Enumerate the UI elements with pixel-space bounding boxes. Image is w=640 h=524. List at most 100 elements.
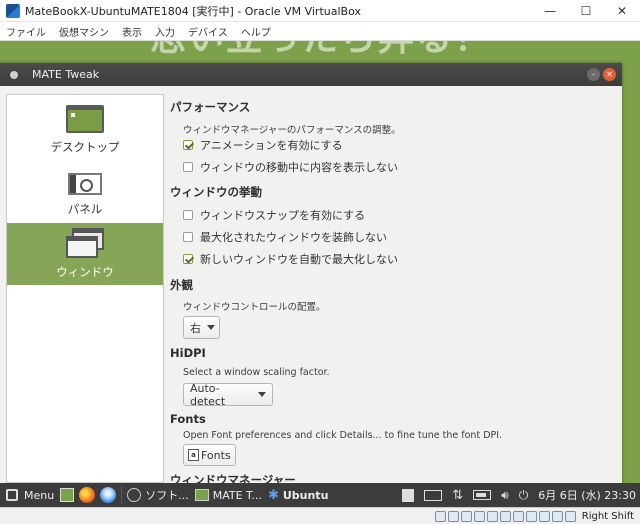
option-label: 最大化されたウィンドウを装飾しない bbox=[200, 231, 387, 244]
tweak-close-button[interactable]: ✕ bbox=[603, 68, 616, 81]
wallpaper-text: 思い立ったら弄る！ bbox=[150, 41, 492, 61]
section-title-fonts: Fonts bbox=[170, 412, 206, 426]
section-title-performance: パフォーマンス bbox=[170, 100, 251, 114]
option-window-snap[interactable]: ウィンドウスナップを有効にする bbox=[183, 207, 365, 223]
display-icon[interactable] bbox=[512, 510, 524, 522]
section-desc-performance: ウィンドウマネージャーのパフォーマンスの調整。 bbox=[183, 125, 401, 136]
task-mate-tweak[interactable]: MATE T... bbox=[194, 488, 262, 502]
sidebar-item-desktop[interactable]: デスクトップ bbox=[7, 98, 163, 160]
menu-file[interactable]: ファイル bbox=[6, 24, 46, 39]
task-label: Ubuntu bbox=[282, 488, 329, 502]
panel-separator bbox=[121, 486, 123, 504]
mate-tweak-icon bbox=[194, 489, 209, 501]
section-desc-fonts: Open Font preferences and click Details.… bbox=[183, 430, 503, 441]
dropdown-value: 右 bbox=[190, 321, 201, 335]
tweak-minimize-button[interactable]: – bbox=[587, 68, 600, 81]
section-title-hidpi: HiDPI bbox=[170, 346, 206, 360]
font-preferences-icon: a bbox=[188, 449, 199, 461]
checkbox-unchecked[interactable] bbox=[183, 232, 193, 242]
checkbox-checked[interactable] bbox=[183, 140, 193, 150]
option-label: 新しいウィンドウを自動で最大化しない bbox=[200, 253, 398, 266]
option-no-content-while-moving[interactable]: ウィンドウの移動中に内容を表示しない bbox=[183, 159, 398, 175]
option-label: ウィンドウの移動中に内容を表示しない bbox=[200, 161, 398, 174]
mate-panel: Menu ソフト... MATE T... ✱ Ubuntu ⇅ 🔊︎ ⏻ 6月… bbox=[0, 483, 640, 507]
sidebar-item-label: パネル bbox=[67, 202, 103, 216]
window-controls-dropdown[interactable]: 右 bbox=[183, 316, 220, 339]
section-title-appearance: 外観 bbox=[170, 278, 193, 292]
chevron-down-icon bbox=[258, 392, 266, 397]
task-label: MATE T... bbox=[212, 488, 262, 502]
terminal-launcher-icon[interactable] bbox=[60, 488, 75, 502]
tweak-sidebar: デスクトップ パネル ウィンドウ bbox=[6, 94, 164, 483]
virtualbox-icon bbox=[6, 3, 20, 18]
mouse-integration-icon[interactable] bbox=[551, 510, 563, 522]
vbox-menubar: ファイル 仮想マシン 表示 入力 デバイス ヘルプ bbox=[0, 22, 640, 41]
fonts-button[interactable]: a Fonts bbox=[183, 444, 236, 466]
volume-icon[interactable]: 🔊︎ bbox=[501, 488, 509, 503]
settings-content: パフォーマンス ウィンドウマネージャーのパフォーマンスの調整。 アニメーションを… bbox=[170, 94, 620, 483]
dropdown-value: Auto-detect bbox=[190, 381, 226, 408]
network-adapter-icon[interactable] bbox=[473, 510, 485, 522]
sidebar-item-panel[interactable]: パネル bbox=[7, 160, 163, 222]
host-key-label: Right Shift bbox=[581, 510, 634, 522]
window-menu-icon[interactable] bbox=[10, 70, 18, 79]
chevron-down-icon bbox=[207, 325, 215, 330]
checkbox-checked[interactable] bbox=[183, 254, 193, 264]
option-animations[interactable]: アニメーションを有効にする bbox=[183, 137, 343, 153]
scaling-dropdown[interactable]: Auto-detect bbox=[183, 381, 273, 408]
vbox-titlebar: MateBookX-UbuntuMATE1804 [実行中] - Oracle … bbox=[0, 0, 640, 22]
shared-folder-icon[interactable] bbox=[499, 510, 511, 522]
task-label: ソフト... bbox=[145, 489, 189, 502]
audio-icon[interactable] bbox=[460, 510, 472, 522]
cpu-icon[interactable] bbox=[538, 510, 550, 522]
checkbox-unchecked[interactable] bbox=[183, 162, 193, 172]
menu-help[interactable]: ヘルプ bbox=[241, 24, 271, 39]
optical-drive-icon[interactable] bbox=[447, 510, 459, 522]
battery-icon[interactable] bbox=[473, 490, 492, 500]
thunderbird-launcher-icon[interactable] bbox=[100, 487, 117, 503]
hard-disk-icon[interactable] bbox=[434, 510, 446, 522]
desktop-icon bbox=[66, 105, 104, 133]
network-icon[interactable]: ⇅ bbox=[452, 488, 463, 503]
checkbox-unchecked[interactable] bbox=[183, 210, 193, 220]
tweak-titlebar[interactable]: MATE Tweak – ✕ bbox=[0, 63, 622, 86]
clock[interactable]: 6月 6日 (水) 23:30 bbox=[538, 487, 636, 503]
maximize-button[interactable]: ☐ bbox=[568, 0, 604, 22]
save-icon[interactable] bbox=[402, 488, 415, 502]
option-label: ウィンドウスナップを有効にする bbox=[200, 209, 366, 222]
menu-icon bbox=[6, 489, 18, 501]
mate-tweak-window: MATE Tweak – ✕ デスクトップ パネル ウィンドウ パフォーマンス … bbox=[0, 63, 622, 483]
usb-icon[interactable] bbox=[486, 510, 498, 522]
menu-button[interactable]: Menu bbox=[24, 489, 54, 502]
sidebar-item-label: デスクトップ bbox=[50, 140, 120, 154]
section-desc-appearance: ウィンドウコントロールの配置。 bbox=[183, 302, 326, 313]
menu-devices[interactable]: デバイス bbox=[188, 24, 228, 39]
panel-icon bbox=[68, 173, 102, 195]
vbox-statusbar: Right Shift bbox=[0, 507, 640, 524]
menu-input[interactable]: 入力 bbox=[155, 24, 175, 39]
section-title-behavior: ウィンドウの挙動 bbox=[170, 185, 262, 199]
menu-view[interactable]: 表示 bbox=[122, 24, 142, 39]
ubuntu-icon: ✱ bbox=[267, 487, 279, 503]
keyboard-capture-icon[interactable] bbox=[564, 510, 576, 522]
recording-icon[interactable] bbox=[525, 510, 537, 522]
keyboard-icon[interactable] bbox=[424, 489, 443, 501]
close-button[interactable]: ✕ bbox=[604, 0, 640, 22]
sidebar-item-window[interactable]: ウィンドウ bbox=[7, 223, 163, 285]
minimize-button[interactable]: — bbox=[532, 0, 568, 22]
vbox-window-title: MateBookX-UbuntuMATE1804 [実行中] - Oracle … bbox=[25, 4, 361, 18]
software-icon bbox=[127, 488, 142, 502]
option-no-auto-maximize[interactable]: 新しいウィンドウを自動で最大化しない bbox=[183, 251, 398, 267]
task-ubuntu[interactable]: ✱ Ubuntu bbox=[268, 488, 328, 503]
task-software[interactable]: ソフト... bbox=[127, 487, 189, 503]
tweak-window-title: MATE Tweak bbox=[32, 68, 100, 81]
option-undecorate-maximized[interactable]: 最大化されたウィンドウを装飾しない bbox=[183, 229, 387, 245]
menu-machine[interactable]: 仮想マシン bbox=[59, 24, 109, 39]
window-icon bbox=[66, 228, 104, 258]
option-label: アニメーションを有効にする bbox=[200, 139, 343, 152]
firefox-launcher-icon[interactable] bbox=[79, 487, 96, 503]
power-icon[interactable]: ⏻ bbox=[519, 488, 529, 503]
fonts-button-label: Fonts bbox=[201, 448, 231, 462]
sidebar-item-label: ウィンドウ bbox=[56, 265, 114, 279]
section-desc-hidpi: Select a window scaling factor. bbox=[183, 367, 330, 378]
